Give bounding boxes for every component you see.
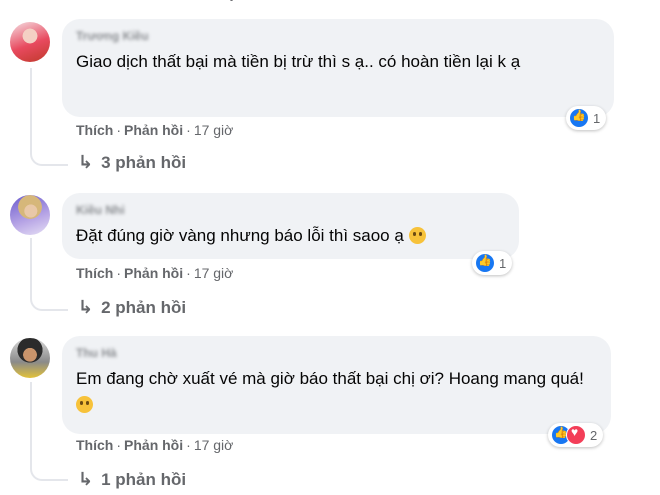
comment-text-content: Đặt đúng giờ vàng nhưng báo lỗi thì saoo…: [76, 226, 404, 245]
pleading-face-emoji-icon: [76, 396, 93, 413]
comment-author[interactable]: Trương Kiều: [76, 29, 600, 43]
thread-elbow: [30, 140, 68, 166]
comment-bubble: Kiều Nhi Đặt đúng giờ vàng nhưng báo lỗi…: [62, 193, 519, 259]
reaction-count: 2: [590, 427, 598, 443]
comment-bubble: Trương Kiều Giao dịch thất bại mà tiền b…: [62, 19, 614, 117]
comment-actions: Thích · Phản hồi · 17 giờ: [76, 265, 234, 281]
reply-arrow-icon: ↳: [78, 469, 94, 489]
reaction-summary[interactable]: 1: [566, 106, 607, 130]
comment-text: Em đang chờ xuất vé mà giờ báo thất bại …: [76, 366, 597, 418]
separator-dot: [230, 0, 233, 1]
thread-elbow: [30, 285, 68, 311]
reaction-count: 1: [499, 255, 507, 271]
thread-line: [30, 382, 32, 464]
thread-elbow: [30, 455, 68, 481]
reply-arrow-icon: ↳: [78, 297, 94, 317]
comment-actions: Thích · Phản hồi · 17 giờ: [76, 122, 234, 138]
like-button[interactable]: Thích: [76, 265, 113, 281]
like-reaction-icon: [569, 108, 589, 128]
reaction-count: 1: [593, 110, 601, 126]
like-button[interactable]: Thích: [76, 437, 113, 453]
avatar[interactable]: [10, 338, 50, 378]
sad-face-emoji-icon: [408, 227, 426, 244]
replies-count: 2 phản hồi: [101, 297, 187, 317]
avatar[interactable]: [10, 22, 50, 62]
comment-text-content: Em đang chờ xuất vé mà giờ báo thất bại …: [76, 369, 584, 388]
thread-line: [30, 68, 32, 150]
comment-text: Giao dịch thất bại mà tiền bị trừ thì s …: [76, 52, 521, 71]
reply-button[interactable]: Phản hồi: [124, 437, 183, 453]
view-replies-link[interactable]: ↳ 2 phản hồi: [78, 297, 186, 318]
comment-time[interactable]: 17 giờ: [194, 122, 234, 138]
reply-button[interactable]: Phản hồi: [124, 265, 183, 281]
replies-count: 1 phản hồi: [101, 469, 187, 489]
reply-arrow-icon: ↳: [78, 152, 94, 172]
reply-button[interactable]: Phản hồi: [124, 122, 183, 138]
comment-author[interactable]: Thu Hà: [76, 346, 597, 360]
view-replies-link[interactable]: ↳ 1 phản hồi: [78, 469, 186, 490]
like-button[interactable]: Thích: [76, 122, 113, 138]
like-reaction-icon: [475, 253, 495, 273]
reaction-summary[interactable]: 2: [548, 423, 604, 447]
comment-author[interactable]: Kiều Nhi: [76, 203, 505, 217]
comment-text: Đặt đúng giờ vàng nhưng báo lỗi thì saoo…: [76, 223, 505, 249]
reaction-summary[interactable]: 1: [472, 251, 513, 275]
comment-time[interactable]: 17 giờ: [194, 437, 234, 453]
comment-time[interactable]: 17 giờ: [194, 265, 234, 281]
view-replies-link[interactable]: ↳ 3 phản hồi: [78, 152, 186, 173]
avatar[interactable]: [10, 195, 50, 235]
replies-count: 3 phản hồi: [101, 152, 187, 172]
comment-bubble: Thu Hà Em đang chờ xuất vé mà giờ báo th…: [62, 336, 611, 434]
comment-actions: Thích · Phản hồi · 17 giờ: [76, 437, 234, 453]
love-reaction-icon: [566, 425, 586, 445]
